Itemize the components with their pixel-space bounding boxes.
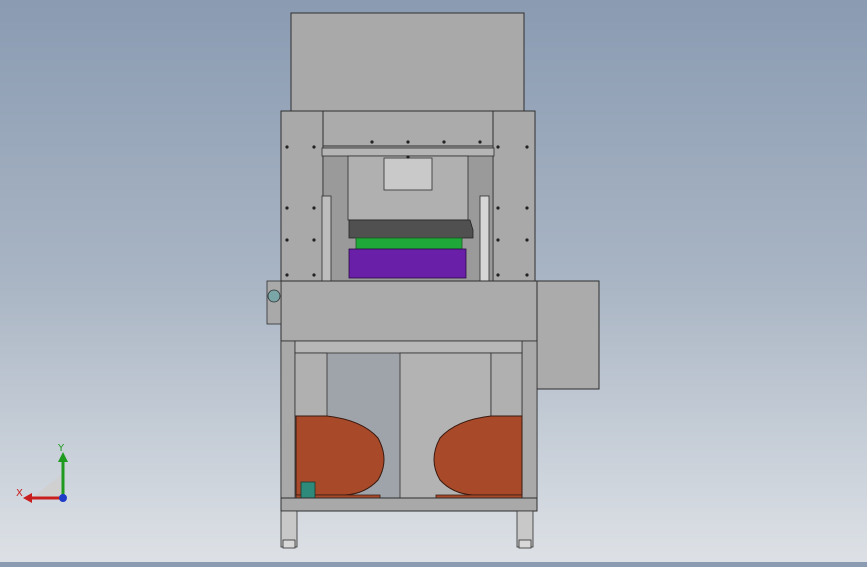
- press-bed: [280, 280, 538, 342]
- x-axis-arrow: [23, 493, 32, 503]
- side-motor-cap: [267, 289, 281, 303]
- z-axis-dot: [59, 494, 67, 502]
- right-guide-post: [479, 195, 490, 283]
- top-housing: [290, 12, 525, 112]
- right-duct: [490, 352, 523, 417]
- ram-crossbar: [321, 147, 495, 157]
- teal-fitting: [300, 481, 316, 499]
- left-guide-post: [321, 195, 332, 283]
- side-motor-housing: [266, 280, 282, 325]
- y-axis-label: Y: [57, 443, 65, 454]
- punch-plate: [348, 219, 474, 239]
- left-column: [280, 110, 324, 284]
- right-leg-post: [521, 340, 538, 512]
- base-rail: [280, 497, 538, 512]
- x-axis-label: X: [16, 488, 23, 499]
- purple-block: [348, 248, 467, 279]
- right-column: [492, 110, 536, 284]
- left-leg-post: [280, 340, 296, 512]
- control-box: [536, 280, 600, 390]
- machine-model[interactable]: [0, 0, 867, 562]
- bed-rail: [294, 340, 523, 354]
- ram-window: [383, 157, 433, 191]
- green-plate: [355, 237, 463, 250]
- left-foot-pad: [282, 539, 296, 549]
- triad-plane-shade: [32, 473, 63, 498]
- right-foot-pad: [518, 539, 532, 549]
- orientation-triad: Y X: [16, 443, 68, 503]
- cad-viewport[interactable]: Y X: [0, 0, 867, 562]
- left-duct: [294, 352, 328, 417]
